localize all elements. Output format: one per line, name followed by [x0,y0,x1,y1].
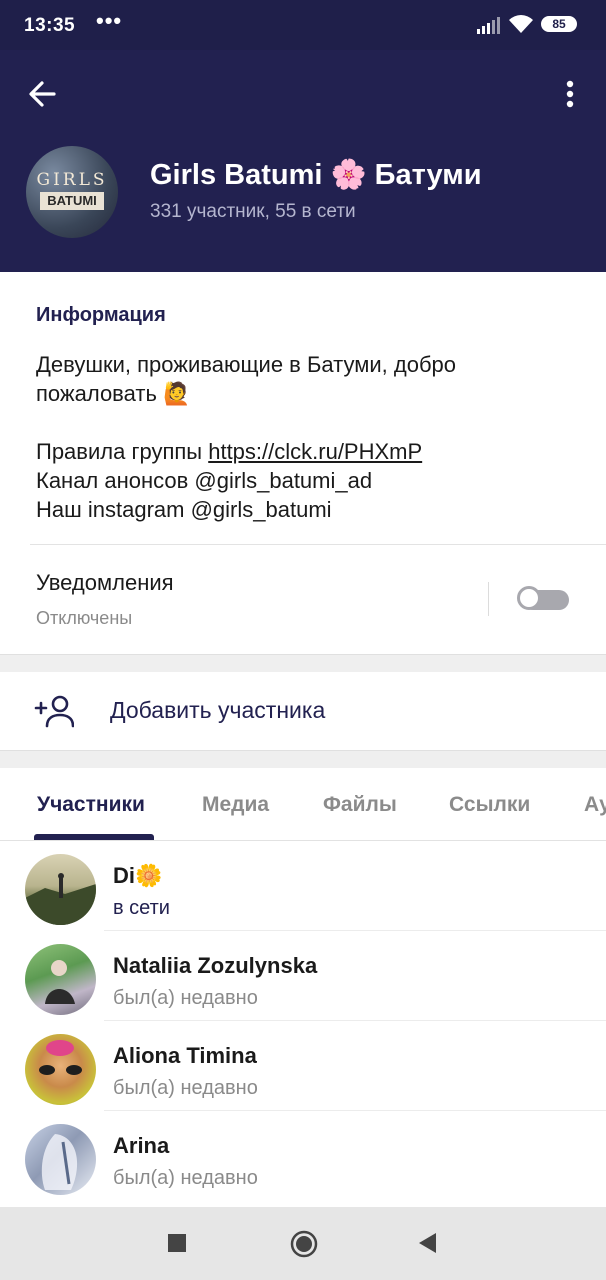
notifications-toggle[interactable] [517,586,569,610]
description-text: Девушки, проживающие в Батуми, добро пож… [36,352,457,406]
notification-dots-icon: ••• [96,8,123,33]
member-name: Aliona Timina [113,1043,257,1068]
list-item[interactable]: Nataliia Zozulynska был(а) недавно [0,931,606,1021]
tab-links[interactable]: Ссылки [449,793,530,817]
divider [488,582,489,616]
group-header: GIRLS BATUMI Girls Batumi 🌸 Батуми 331 у… [0,50,606,272]
member-status: был(а) недавно [113,1077,258,1099]
avatar-text-top: GIRLS [36,170,108,190]
avatar [25,944,96,1015]
group-title: Girls Batumi 🌸 Батуми [150,159,482,191]
avatar [25,1034,96,1105]
member-name: Arina [113,1133,170,1158]
back-triangle-icon[interactable] [416,1231,438,1255]
info-section: Информация Девушки, проживающие в Батуми… [0,272,606,654]
section-separator [0,750,606,768]
status-bar: 13:35 ••• 85 [0,0,606,50]
avatar [25,1124,96,1195]
member-name: Di🌼 [113,863,163,888]
avatar-text-bottom: BATUMI [40,192,104,210]
group-member-count: 331 участник, 55 в сети [150,201,356,222]
member-status: в сети [113,897,170,919]
member-status: был(а) недавно [113,987,258,1009]
notifications-title[interactable]: Уведомления [36,570,174,596]
add-user-icon [34,695,74,728]
instagram-line[interactable]: Наш instagram @girls_batumi [36,495,576,524]
status-time: 13:35 [24,15,76,36]
avatar [25,854,96,925]
rules-line: Правила группы https://clck.ru/PHXmP [36,437,576,466]
more-menu-icon[interactable] [558,76,582,112]
member-status: был(а) недавно [113,1167,258,1189]
channel-line[interactable]: Канал анонсов @girls_batumi_ad [36,466,576,495]
rules-link[interactable]: https://clck.ru/PHXmP [208,439,422,464]
tab-media[interactable]: Медиа [202,793,269,817]
section-separator [0,654,606,672]
signal-icon [477,17,500,34]
tab-audio[interactable]: Ау [584,793,606,817]
tab-members[interactable]: Участники [37,793,145,817]
recent-apps-icon[interactable] [168,1234,186,1252]
notifications-status: Отключены [36,608,133,628]
list-item[interactable]: Arina был(а) недавно [0,1111,606,1201]
list-item[interactable]: Aliona Timina был(а) недавно [0,1021,606,1111]
active-tab-indicator [34,834,154,840]
add-member-button[interactable]: Добавить участника [0,672,606,750]
battery-icon: 85 [541,16,577,32]
toggle-knob [517,586,541,610]
divider [30,544,606,545]
info-heading: Информация [36,304,166,326]
group-avatar[interactable]: GIRLS BATUMI [26,146,118,238]
home-icon[interactable] [290,1230,318,1258]
profile-tabs: Участники Медиа Файлы Ссылки Ау [0,768,606,841]
member-name: Nataliia Zozulynska [113,953,318,978]
back-arrow-icon[interactable] [24,76,60,112]
list-item[interactable]: Di🌼 в сети [0,841,606,931]
group-description: Девушки, проживающие в Батуми, добро пож… [36,350,576,524]
add-member-label: Добавить участника [110,697,326,723]
wifi-icon [509,15,533,33]
system-nav-bar [0,1207,606,1280]
rules-label: Правила группы [36,439,209,464]
tab-files[interactable]: Файлы [323,793,397,817]
